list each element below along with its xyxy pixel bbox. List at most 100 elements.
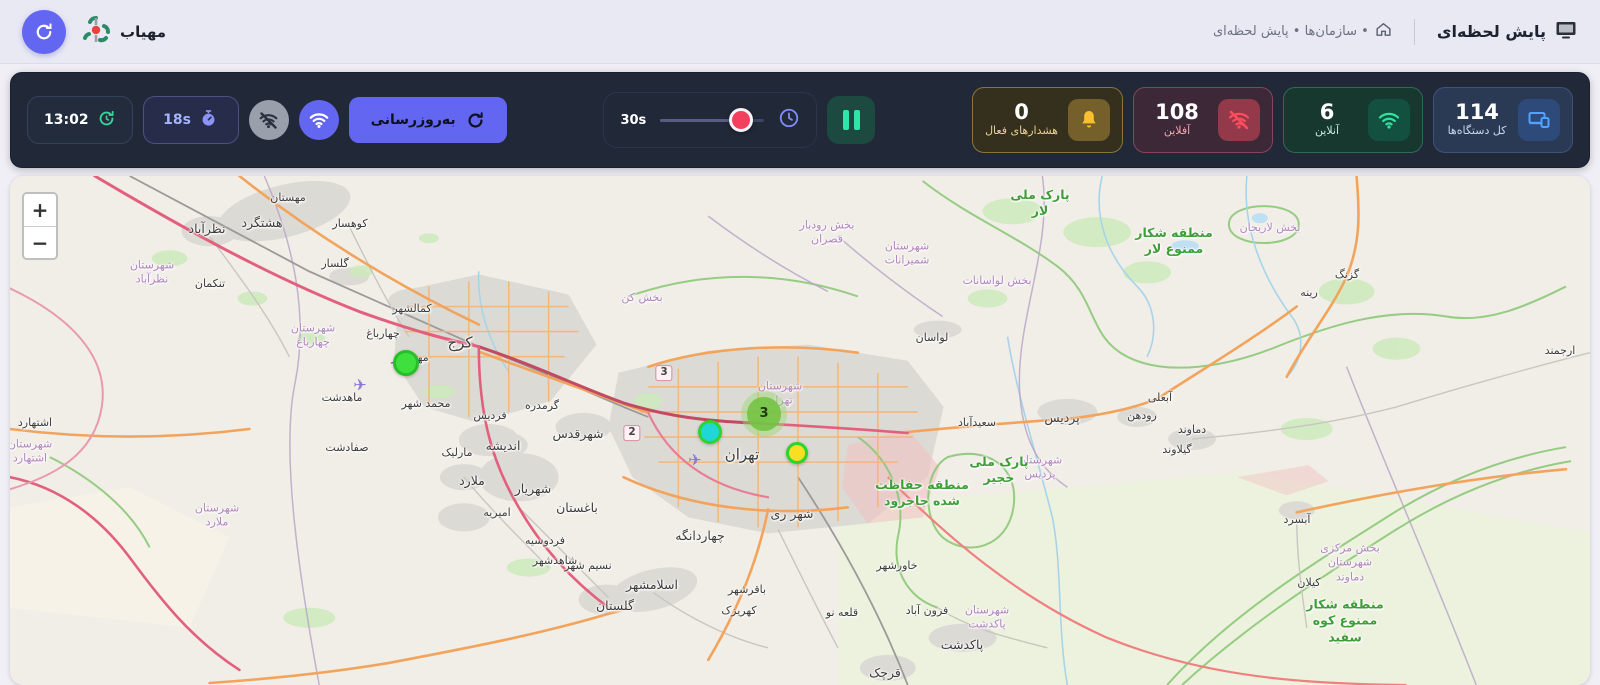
map-label: شهرستان چهارباغ — [291, 322, 335, 351]
map-label: نظرآباد — [189, 221, 226, 237]
map-label: شهرستان اشتهارد — [10, 438, 52, 467]
offline-label: آفلاین — [1164, 124, 1190, 138]
map-label: شهرقدس — [553, 426, 604, 442]
alerts-label: هشدارهای فعال — [985, 124, 1058, 138]
stat-card-total-devices: 114 کل دستگاه‌ها — [1433, 87, 1573, 153]
interval-slider[interactable] — [660, 119, 764, 122]
pause-button[interactable] — [827, 96, 875, 144]
zoom-out-button[interactable]: − — [24, 226, 56, 258]
map-label: رینه — [1300, 286, 1318, 300]
map-label: کیلان — [1297, 576, 1320, 590]
total-devices-value: 114 — [1455, 101, 1499, 124]
map-zoom-control: + − — [22, 192, 58, 260]
map-label: شهرستان پاکدشت — [965, 604, 1009, 633]
map-label: تهران — [725, 445, 760, 465]
map-label: رودهن — [1127, 409, 1157, 423]
wifi-off-icon — [1218, 99, 1260, 141]
map-label: فرون آباد — [906, 604, 949, 618]
map-label: محمد شهر — [402, 397, 451, 411]
devices-icon — [1518, 99, 1560, 141]
map-label: صفادشت — [325, 441, 368, 455]
brand-label: مهیاب — [120, 23, 166, 41]
page-title-group: پایش لحظه‌ای — [1437, 18, 1578, 46]
map-label: گلستان — [596, 598, 634, 614]
countdown-value: 18s — [163, 112, 191, 128]
map-label: لواسان — [916, 331, 949, 345]
map-label: ✈ — [688, 451, 701, 472]
interval-label: 30s — [620, 113, 646, 128]
map-label: فردیس — [473, 409, 506, 423]
map-label: اسلامشهر — [626, 577, 678, 593]
map-label: شهرستان ملارد — [195, 502, 239, 531]
map-label: بخش مرکزی شهرستان دماوند — [1320, 542, 1380, 585]
map-container[interactable]: + − مهستانهشتگردنظرآبادکوهسارگلسارتنکمان… — [10, 176, 1590, 685]
breadcrumb-text[interactable]: • سازمان‌ها • پایش لحظه‌ای — [1213, 24, 1369, 39]
map-device-marker[interactable] — [393, 350, 419, 376]
map-label: ✈ — [353, 376, 366, 397]
map-label: شهریار — [515, 481, 551, 497]
update-button[interactable]: به‌روزرسانی — [349, 97, 507, 143]
map-label: شهرستان شمیرانات — [885, 240, 930, 269]
countdown-chip: 18s — [143, 96, 239, 144]
zoom-in-button[interactable]: + — [24, 194, 56, 226]
map-label: چهاردانگه — [675, 528, 724, 544]
map-label: تنکمان — [195, 277, 225, 291]
stopwatch-icon — [199, 109, 218, 132]
map-label: سعیدآباد — [958, 416, 996, 430]
page-title: پایش لحظه‌ای — [1437, 22, 1546, 41]
monitor-icon — [1554, 18, 1578, 46]
map-label: شهرستان پردیس — [1018, 454, 1062, 483]
map-label: اشتهارد — [18, 416, 52, 430]
monitoring-toolbar: 114 کل دستگاه‌ها 6 آنلاین 108 آفلاین — [10, 72, 1590, 168]
map-label: ماهدشت — [322, 391, 363, 405]
bell-icon — [1068, 99, 1110, 141]
app-header: پایش لحظه‌ای • سازمان‌ها • پایش لحظه‌ای … — [0, 0, 1600, 64]
stats-group: 114 کل دستگاه‌ها 6 آنلاین 108 آفلاین — [972, 87, 1573, 153]
map-cluster-marker[interactable]: 3 — [741, 391, 787, 437]
brand: مهیاب — [80, 14, 166, 50]
header-refresh-button[interactable] — [22, 10, 66, 54]
map-label: شهر ری — [771, 506, 814, 522]
map-label: منطقه شکار ممنوع لار — [1135, 225, 1212, 258]
breadcrumb[interactable]: • سازمان‌ها • پایش لحظه‌ای — [1213, 21, 1392, 42]
map-label: پارک ملی لار — [1010, 187, 1069, 220]
map-label: مارلیک — [441, 446, 472, 460]
map-label: پردیس — [1044, 410, 1079, 426]
map-label: بخش رودبار قصران — [800, 219, 855, 248]
wifi-off-toggle[interactable] — [249, 100, 289, 140]
header-title-group: پایش لحظه‌ای • سازمان‌ها • پایش لحظه‌ای — [1213, 18, 1578, 46]
map-label: گرمدره — [525, 399, 559, 413]
map-label: پارک ملی خجیر — [969, 454, 1028, 487]
stat-card-offline: 108 آفلاین — [1133, 87, 1273, 153]
map-label: 2 — [623, 425, 640, 441]
map-label: ارجمند — [1545, 344, 1576, 358]
map-label: آبسرد — [1284, 513, 1311, 527]
slider-thumb[interactable] — [729, 108, 753, 132]
offline-value: 108 — [1155, 101, 1199, 124]
map-label: بخش کن — [621, 291, 662, 305]
map-label: دماوند — [1178, 423, 1206, 437]
map-label: آبعلی — [1148, 391, 1172, 405]
alerts-value: 0 — [1014, 101, 1029, 124]
stat-card-online: 6 آنلاین — [1283, 87, 1423, 153]
playback-group: 30s — [603, 92, 875, 148]
map-label: گلسار — [321, 257, 348, 271]
map-label: منطقه شکار ممنوع کوه سفید — [1306, 597, 1383, 646]
map-label: شهرستان نظرآباد — [130, 259, 174, 288]
wifi-on-toggle[interactable] — [299, 100, 339, 140]
map-device-marker[interactable] — [698, 420, 722, 444]
map-label: هشتگرد — [242, 215, 283, 231]
last-refresh-time: 13:02 — [44, 112, 89, 128]
home-icon[interactable] — [1375, 21, 1392, 42]
map-label: 3 — [655, 365, 672, 381]
map-device-marker[interactable] — [786, 442, 808, 464]
map-label: قرچک — [869, 665, 901, 681]
stat-card-active-alerts: 0 هشدارهای فعال — [972, 87, 1123, 153]
online-label: آنلاین — [1315, 124, 1339, 138]
map-label: فردوسیه — [525, 534, 565, 548]
map-label: کمالشهر — [392, 302, 431, 316]
update-button-label: به‌روزرسانی — [371, 112, 456, 128]
online-value: 6 — [1320, 101, 1335, 124]
map-label: کرج — [447, 333, 472, 353]
header-brand-group: مهیاب — [22, 10, 166, 54]
